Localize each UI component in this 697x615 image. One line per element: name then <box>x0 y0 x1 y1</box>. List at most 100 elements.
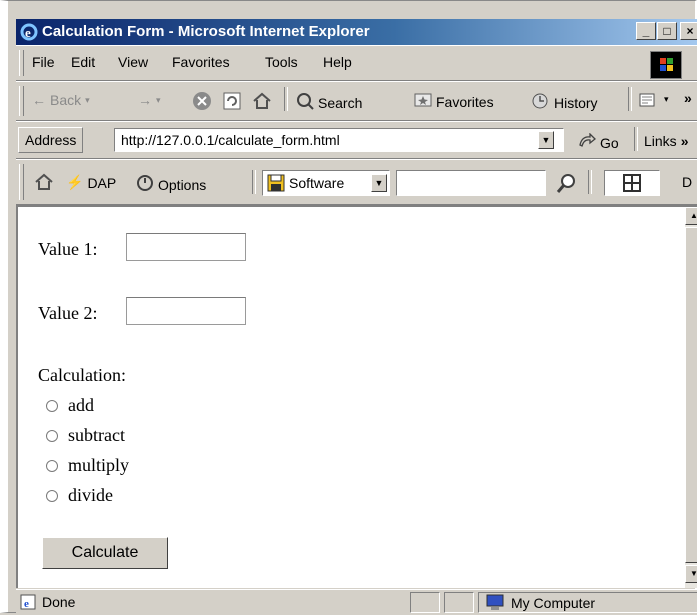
radio-multiply[interactable] <box>46 459 58 472</box>
toolbar-overflow-icon[interactable]: » <box>684 90 692 106</box>
toolbar-grip <box>19 86 24 116</box>
toolbar-field[interactable] <box>604 170 660 196</box>
zone-text: My Computer <box>511 595 596 611</box>
standard-toolbar: ← Back ▾ → ▾ Search Favorites History ▾ … <box>16 81 697 121</box>
links-button[interactable]: Links » <box>644 133 688 149</box>
close-button[interactable]: × <box>680 22 697 40</box>
address-input[interactable]: http://127.0.0.1/calculate_form.html <box>114 128 564 152</box>
address-dropdown-icon[interactable]: ▼ <box>538 131 554 149</box>
software-dropdown-icon[interactable]: ▼ <box>371 174 387 192</box>
windows-logo-icon <box>650 51 682 79</box>
options-icon <box>136 174 154 195</box>
address-url: http://127.0.0.1/calculate_form.html <box>121 132 340 148</box>
custom-toolbar-grip <box>19 164 24 200</box>
vertical-scrollbar[interactable]: ▲ ▼ <box>685 207 697 588</box>
status-text: Done <box>42 594 76 610</box>
menu-grip <box>19 50 24 76</box>
radio-option-multiply[interactable]: multiply <box>46 455 129 476</box>
lightning-icon: ⚡ <box>66 174 84 190</box>
search-button[interactable]: Search <box>296 92 362 113</box>
home-small-icon[interactable] <box>34 172 54 195</box>
custom-separator <box>588 170 592 194</box>
menu-edit[interactable]: Edit <box>71 54 95 70</box>
menu-help[interactable]: Help <box>323 54 352 70</box>
address-separator <box>634 127 638 151</box>
go-label: Go <box>600 134 619 151</box>
minimize-button[interactable]: _ <box>636 22 656 40</box>
zone-panel: My Computer <box>478 592 697 613</box>
menu-view[interactable]: View <box>118 54 148 70</box>
search-globe-icon <box>296 92 314 113</box>
history-label: History <box>554 94 598 111</box>
page-content: Value 1: Value 2: Calculation: add subtr… <box>16 205 697 588</box>
radio-multiply-label: multiply <box>68 455 130 475</box>
history-button[interactable]: History <box>530 92 598 113</box>
favorites-button[interactable]: Favorites <box>414 92 494 111</box>
title-bar: e Calculation Form - Microsoft Internet … <box>16 19 697 45</box>
toolbar-search-input[interactable] <box>396 170 546 196</box>
custom-separator <box>252 170 256 194</box>
radio-add-label: add <box>68 395 94 415</box>
radio-subtract[interactable] <box>46 429 58 442</box>
menu-bar: File Edit View Favorites Tools Help <box>16 45 697 81</box>
custom-toolbar: ⚡ DAP Options Software ▼ D <box>16 159 697 205</box>
stop-icon[interactable] <box>192 91 212 114</box>
dap-label: DAP <box>87 174 117 191</box>
radio-option-divide[interactable]: divide <box>46 485 113 506</box>
address-label: Address <box>18 127 84 153</box>
go-button[interactable]: Go <box>578 132 619 152</box>
toolbar-separator <box>284 87 288 111</box>
software-select[interactable]: Software ▼ <box>262 170 390 196</box>
page-done-icon: e <box>20 594 36 613</box>
radio-option-add[interactable]: add <box>46 395 94 416</box>
svg-text:e: e <box>24 598 29 610</box>
menu-tools[interactable]: Tools <box>265 54 298 70</box>
radio-divide-label: divide <box>68 485 113 505</box>
status-panel <box>444 592 474 613</box>
links-overflow-icon: » <box>680 133 689 149</box>
radio-subtract-label: subtract <box>68 425 125 445</box>
home-icon[interactable] <box>252 91 272 114</box>
options-button[interactable]: Options <box>136 174 206 195</box>
software-label: Software <box>289 175 345 191</box>
mail-icon[interactable] <box>638 90 660 113</box>
radio-add[interactable] <box>46 399 58 412</box>
links-label: Links <box>644 133 677 149</box>
scroll-thumb[interactable] <box>685 227 697 563</box>
search-label: Search <box>318 94 363 111</box>
calculate-button[interactable]: Calculate <box>42 537 168 569</box>
computer-icon <box>485 594 505 615</box>
refresh-icon[interactable] <box>222 91 242 114</box>
favorites-label: Favorites <box>436 93 494 110</box>
scroll-up-icon[interactable]: ▲ <box>685 207 697 225</box>
forward-button[interactable]: → ▾ <box>138 92 161 108</box>
address-bar: Address http://127.0.0.1/calculate_form.… <box>16 121 697 159</box>
ie-icon: e <box>20 23 38 41</box>
grid-icon <box>623 174 641 195</box>
value1-label: Value 1: <box>38 239 98 259</box>
forward-arrow-icon: → <box>138 92 152 108</box>
value2-label: Value 2: <box>38 303 98 323</box>
svg-text:e: e <box>25 25 31 40</box>
value1-input[interactable] <box>126 233 246 261</box>
back-button[interactable]: ← Back ▾ <box>32 92 90 108</box>
menu-file[interactable]: File <box>32 54 55 70</box>
radio-divide[interactable] <box>46 489 58 502</box>
back-label: Back <box>50 92 82 108</box>
menu-favorites[interactable]: Favorites <box>172 54 230 70</box>
history-icon <box>530 92 550 113</box>
value2-input[interactable] <box>126 297 246 325</box>
toolbar-separator <box>628 87 632 111</box>
scroll-down-icon[interactable]: ▼ <box>685 565 697 583</box>
back-arrow-icon: ← <box>32 92 46 108</box>
radio-option-subtract[interactable]: subtract <box>46 425 125 446</box>
window-title: Calculation Form - Microsoft Internet Ex… <box>42 23 370 40</box>
trailing-label: D <box>682 174 693 190</box>
status-panel <box>410 592 440 613</box>
magnifier-icon[interactable] <box>556 172 578 197</box>
status-bar: e Done My Computer <box>16 589 697 614</box>
dap-button[interactable]: ⚡ DAP <box>66 174 116 191</box>
maximize-button[interactable]: □ <box>657 22 677 40</box>
mail-dropdown-icon[interactable]: ▾ <box>664 94 669 105</box>
floppy-disk-icon <box>267 174 285 195</box>
